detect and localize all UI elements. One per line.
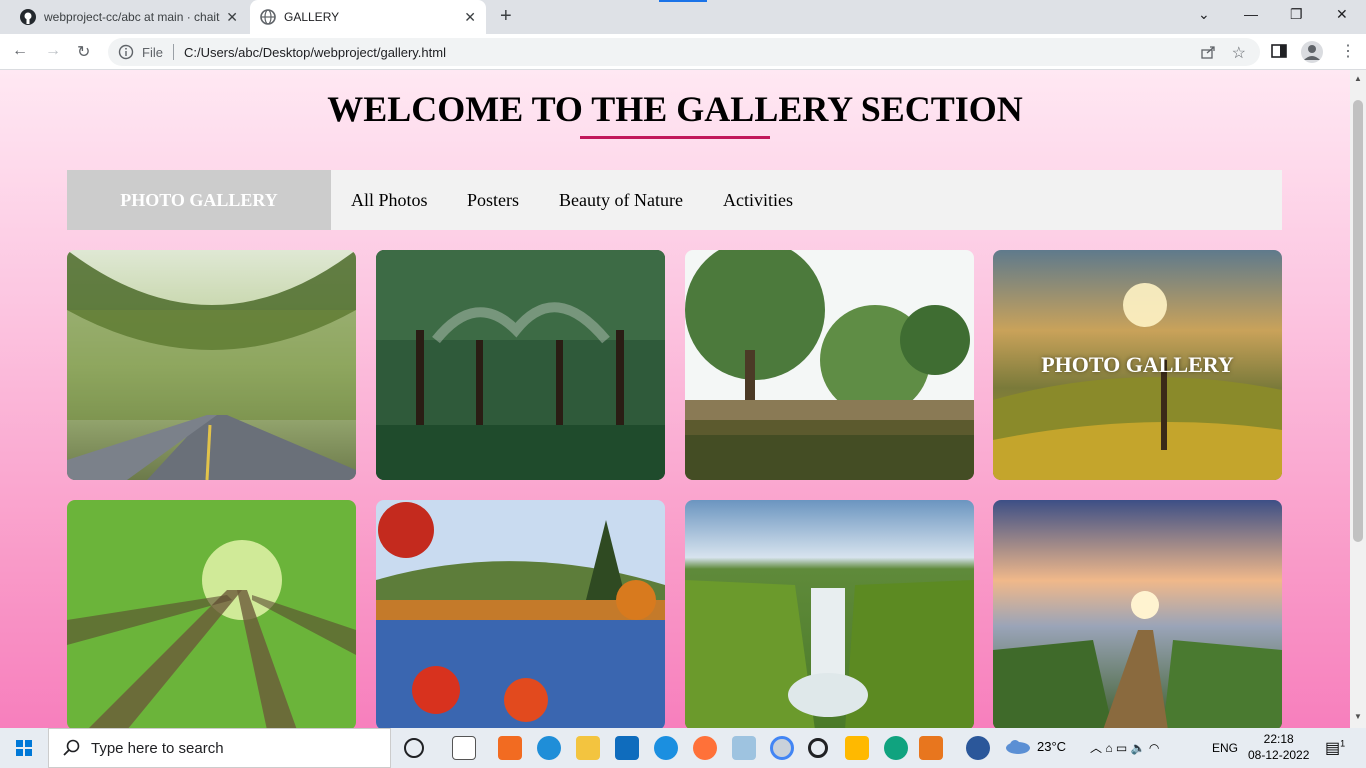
tab-title: webproject-cc/abc at main · chait [44, 10, 220, 24]
filter-bar-header: PHOTO GALLERY [67, 170, 331, 230]
chrome-icon[interactable] [770, 736, 794, 760]
search-icon [63, 739, 80, 756]
close-tab-icon[interactable]: ✕ [464, 9, 476, 26]
filter-bar: PHOTO GALLERY All Photos Posters Beauty … [67, 170, 1282, 230]
store-icon[interactable] [845, 736, 869, 760]
notification-count: 1 [1340, 738, 1346, 749]
minimize-button[interactable]: — [1244, 6, 1258, 22]
close-window-button[interactable]: ✕ [1336, 6, 1348, 23]
cortana-icon[interactable] [404, 738, 424, 758]
page-title: WELCOME TO THE GALLERY SECTION [327, 89, 1023, 129]
tree-avenue-photo[interactable] [376, 250, 665, 480]
tab-github[interactable]: webproject-cc/abc at main · chait ✕ [8, 0, 248, 34]
menu-icon[interactable]: ⋮ [1340, 41, 1356, 61]
task-view-icon[interactable] [452, 736, 476, 760]
url-text[interactable]: C:/Users/abc/Desktop/webproject/gallery.… [184, 45, 446, 60]
xampp-icon[interactable] [498, 736, 522, 760]
tab-indicator [659, 0, 707, 2]
cloud-icon [1006, 740, 1030, 754]
github-icon [20, 9, 36, 25]
reload-button[interactable]: ↻ [77, 42, 90, 62]
mail-icon[interactable] [615, 736, 639, 760]
scroll-down-icon[interactable]: ▼ [1354, 712, 1362, 721]
windows-logo-icon [16, 740, 32, 756]
tab-search-icon[interactable]: ⌄ [1198, 6, 1210, 23]
forest-canopy-photo[interactable] [67, 500, 356, 728]
filter-posters[interactable]: Posters [467, 170, 519, 230]
vertical-scrollbar[interactable]: ▲ ▼ [1350, 70, 1366, 728]
info-icon[interactable] [118, 44, 134, 60]
waterfall-photo[interactable] [685, 500, 974, 728]
browser-tab-bar: webproject-cc/abc at main · chait ✕ GALL… [0, 0, 1366, 34]
profile-avatar[interactable] [1301, 41, 1323, 63]
sunset-hill-photo[interactable]: PHOTO GALLERY [993, 250, 1282, 480]
taskbar-search-input[interactable]: Type here to search [48, 728, 391, 768]
java-app-icon[interactable] [919, 736, 943, 760]
settings-gear-icon[interactable] [808, 738, 828, 758]
system-tray-icons[interactable]: ︿ ⌂ ▭ 🔈 ◠ [1090, 739, 1159, 756]
scheme-label: File [142, 44, 163, 60]
firefox-icon[interactable] [693, 736, 717, 760]
filter-activities[interactable]: Activities [723, 170, 793, 230]
internet-explorer-icon[interactable] [654, 736, 678, 760]
lake-trees-photo[interactable] [685, 250, 974, 480]
page-content: WELCOME TO THE GALLERY SECTION PHOTO GAL… [0, 70, 1350, 728]
clock[interactable]: 22:18 08-12-2022 [1248, 731, 1309, 763]
weather-widget[interactable]: 23°C [1005, 738, 1066, 754]
sunrise-path-photo[interactable] [993, 500, 1282, 728]
close-tab-icon[interactable]: ✕ [226, 9, 238, 26]
clock-time: 22:18 [1263, 732, 1294, 746]
globe-icon [260, 9, 276, 25]
scroll-up-icon[interactable]: ▲ [1354, 74, 1362, 83]
divider [172, 44, 174, 60]
address-bar[interactable]: File C:/Users/abc/Desktop/webproject/gal… [108, 38, 1260, 66]
forward-button[interactable]: → [45, 42, 61, 60]
autumn-lake-photo[interactable] [376, 500, 665, 728]
edge-icon[interactable] [537, 736, 561, 760]
start-button[interactable] [0, 728, 48, 768]
weather-temp: 23°C [1037, 738, 1067, 754]
help-icon[interactable] [966, 736, 990, 760]
chatgpt-icon[interactable] [884, 736, 908, 760]
filter-beauty-of-nature[interactable]: Beauty of Nature [559, 170, 683, 230]
tab-gallery[interactable]: GALLERY ✕ [250, 0, 486, 34]
browser-toolbar: ← → ↻ File C:/Users/abc/Desktop/webproje… [0, 34, 1366, 70]
filter-all-photos[interactable]: All Photos [351, 170, 428, 230]
clock-date: 08-12-2022 [1248, 748, 1310, 762]
scrollbar-thumb[interactable] [1353, 100, 1363, 542]
restore-button[interactable]: ❐ [1290, 6, 1303, 23]
notification-center-icon[interactable]: ▤1 [1325, 738, 1345, 758]
language-indicator[interactable]: ENG [1212, 741, 1238, 755]
bookmark-star-icon[interactable]: ☆ [1232, 43, 1246, 63]
side-panel-icon[interactable] [1271, 44, 1287, 58]
notes-app-icon[interactable] [732, 736, 756, 760]
tree-lined-road-photo[interactable] [67, 250, 356, 480]
tab-title: GALLERY [284, 10, 340, 24]
title-underline [580, 136, 770, 139]
new-tab-button[interactable]: + [500, 5, 512, 28]
file-explorer-icon[interactable] [576, 736, 600, 760]
person-icon [1304, 45, 1320, 60]
windows-taskbar: Type here to search 23°C ︿ ⌂ ▭ 🔈 ◠ ENG 2… [0, 728, 1366, 768]
photo-overlay-caption: PHOTO GALLERY [1041, 352, 1234, 377]
search-placeholder: Type here to search [91, 739, 224, 757]
back-button[interactable]: ← [12, 42, 28, 60]
share-icon[interactable] [1200, 44, 1216, 60]
